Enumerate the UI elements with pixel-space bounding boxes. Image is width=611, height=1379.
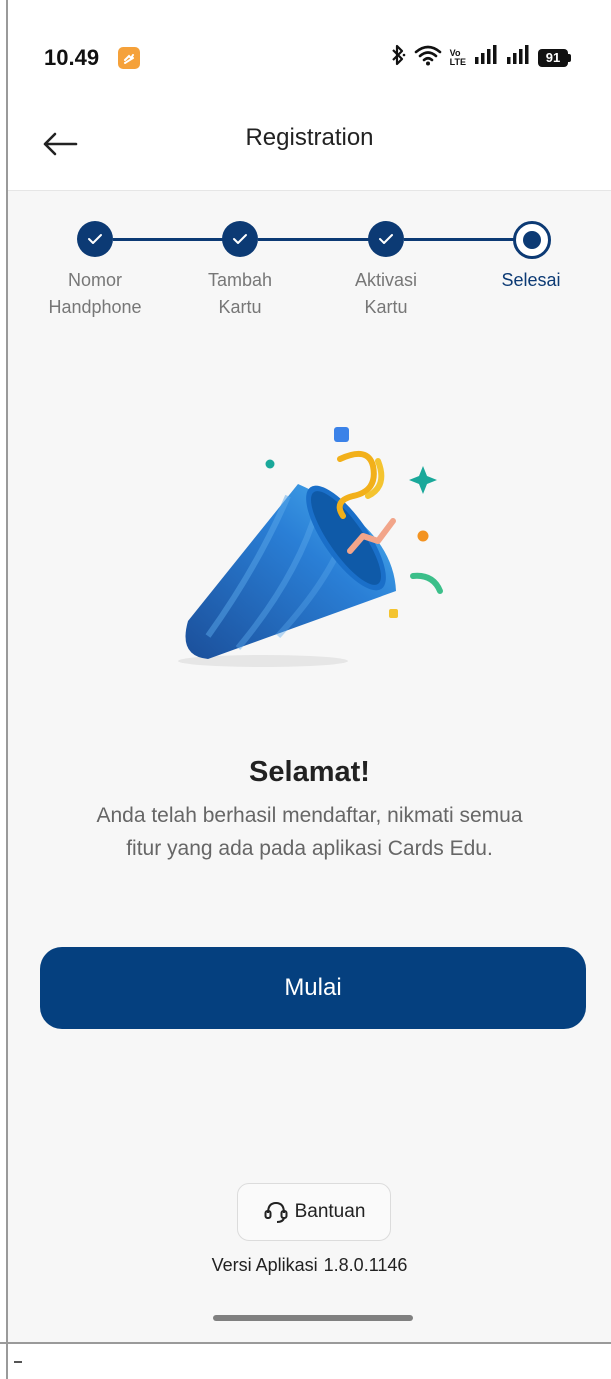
- version-label: Versi Aplikasi: [211, 1255, 318, 1275]
- step-2-label: Tambah Kartu: [207, 270, 273, 317]
- phone-screen: 10.49 Vo LTE 91 Registration Nomor Handp…: [0, 0, 611, 1343]
- party-popper-icon: [178, 427, 443, 667]
- step-3-label: Aktivasi Kartu: [354, 270, 417, 317]
- home-indicator[interactable]: [213, 1315, 413, 1321]
- status-bar: 10.49 Vo LTE 91: [8, 0, 611, 110]
- app-version: Versi Aplikasi 1.8.0.1146: [8, 1255, 611, 1276]
- help-label: Bantuan: [294, 1201, 366, 1222]
- headset-icon: [264, 1201, 288, 1223]
- step-connector: [404, 238, 516, 241]
- check-icon: [88, 234, 102, 244]
- text-cursor: [14, 1361, 22, 1363]
- step-4-indicator: [513, 221, 551, 259]
- step-1-label: Nomor Handphone: [48, 270, 142, 317]
- success-message: Anda telah berhasil mendaftar, nikmati s…: [96, 804, 523, 860]
- check-icon: [379, 234, 393, 244]
- step-1-indicator: [77, 221, 113, 257]
- page-title: Registration: [245, 124, 374, 151]
- success-title: Selamat!: [249, 756, 370, 788]
- signal-icon-2: [506, 45, 530, 70]
- app-header: Registration: [8, 110, 611, 191]
- frame-border-left: [6, 0, 8, 1379]
- main-content: Nomor Handphone Tambah Kartu Aktivasi Kartu…: [8, 191, 611, 1342]
- wifi-icon: [414, 44, 442, 71]
- bluetooth-icon: [390, 44, 406, 71]
- step-connector: [258, 238, 370, 241]
- battery-level: 91: [538, 48, 568, 67]
- step-4-label: Selesai: [501, 270, 561, 290]
- check-icon: [233, 234, 247, 244]
- status-time: 10.49: [44, 45, 100, 70]
- start-button[interactable]: Mulai: [40, 947, 586, 1029]
- status-icons: Vo LTE 91: [390, 44, 571, 71]
- help-button[interactable]: Bantuan: [237, 1183, 391, 1241]
- signal-icon: [474, 45, 498, 70]
- step-3-indicator: [368, 221, 404, 257]
- version-number: 1.8.0.1146: [323, 1255, 408, 1275]
- step-2-indicator: [222, 221, 258, 257]
- battery-icon: 91: [538, 48, 571, 67]
- step-connector: [113, 238, 223, 241]
- volte-indicator: Vo LTE: [449, 47, 466, 67]
- notification-app-icon: [118, 47, 140, 69]
- frame-border-bottom: [0, 1342, 611, 1344]
- registration-stepper: Nomor Handphone Tambah Kartu Aktivasi Kartu…: [8, 191, 611, 331]
